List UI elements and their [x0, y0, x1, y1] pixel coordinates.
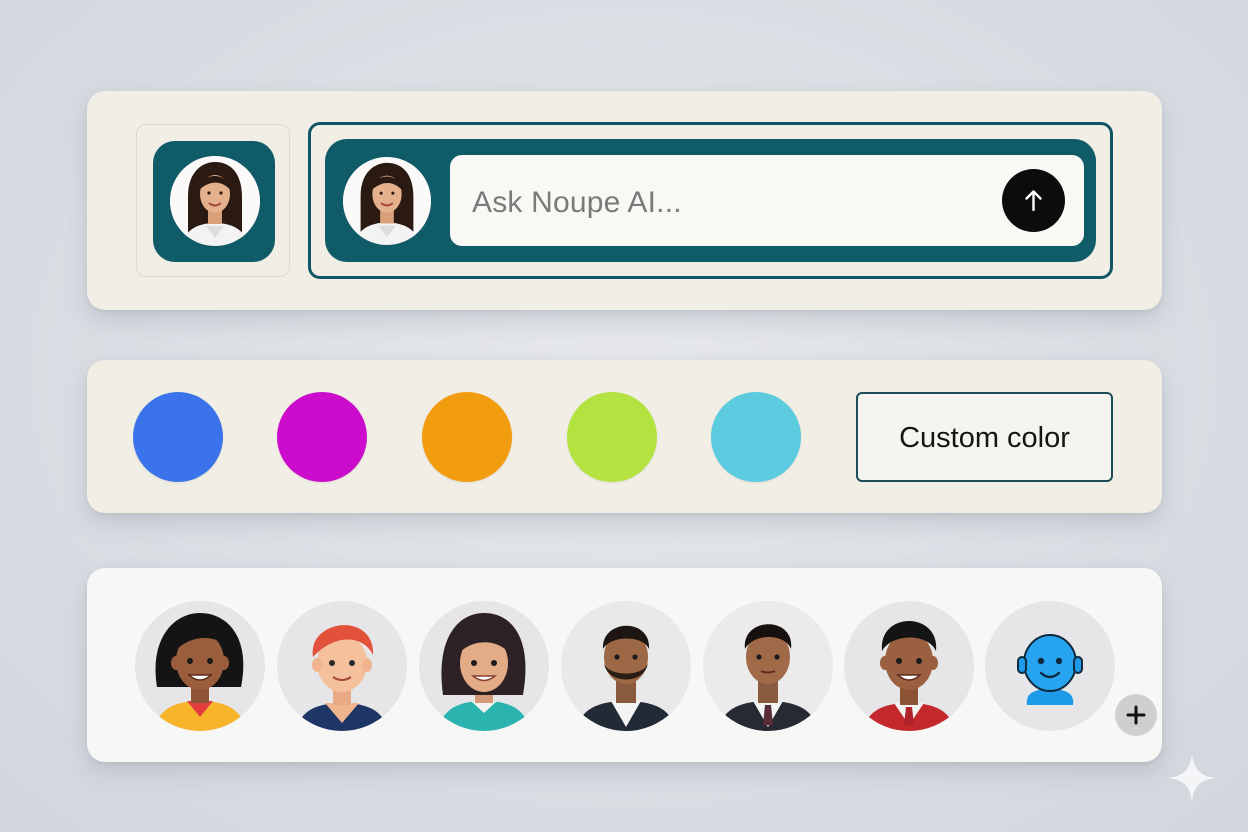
plus-icon: [1126, 705, 1146, 725]
color-swatch-magenta[interactable]: [277, 392, 367, 482]
add-avatar-button[interactable]: [1115, 694, 1157, 736]
user-photo-icon: [170, 156, 260, 246]
avatar-picker-panel: [87, 568, 1162, 762]
color-swatch-blue[interactable]: [133, 392, 223, 482]
color-swatch-orange[interactable]: [422, 392, 512, 482]
man-red-jacket-avatar-icon[interactable]: [844, 601, 974, 731]
woman-bob-avatar-icon[interactable]: [419, 601, 549, 731]
color-swatch-lime[interactable]: [567, 392, 657, 482]
sparkle-icon: [1168, 754, 1216, 802]
chat-input-frame: Ask Noupe AI...: [308, 122, 1113, 279]
arrow-up-icon: [1025, 190, 1042, 212]
avatar-style-option-square[interactable]: [136, 124, 290, 277]
color-swatch-cyan[interactable]: [711, 392, 801, 482]
redhead-avatar-icon[interactable]: [277, 601, 407, 731]
chat-input-bar: Ask Noupe AI...: [325, 139, 1096, 262]
man-suit-avatar-icon[interactable]: [703, 601, 833, 731]
chat-placeholder: Ask Noupe AI...: [472, 186, 682, 219]
avatar-tile: [153, 141, 275, 262]
custom-color-label: Custom color: [899, 422, 1070, 454]
chat-input-field[interactable]: Ask Noupe AI...: [450, 155, 1084, 246]
chat-input-panel: Ask Noupe AI...: [87, 91, 1162, 310]
color-picker-panel: Custom color: [87, 360, 1162, 513]
user-photo-icon: [343, 157, 431, 245]
man-photo-avatar-icon[interactable]: [561, 601, 691, 731]
woman-avatar-icon[interactable]: [135, 601, 265, 731]
send-button[interactable]: [1002, 169, 1065, 232]
bot-avatar-icon[interactable]: [985, 601, 1115, 731]
custom-color-button[interactable]: Custom color: [856, 392, 1113, 482]
